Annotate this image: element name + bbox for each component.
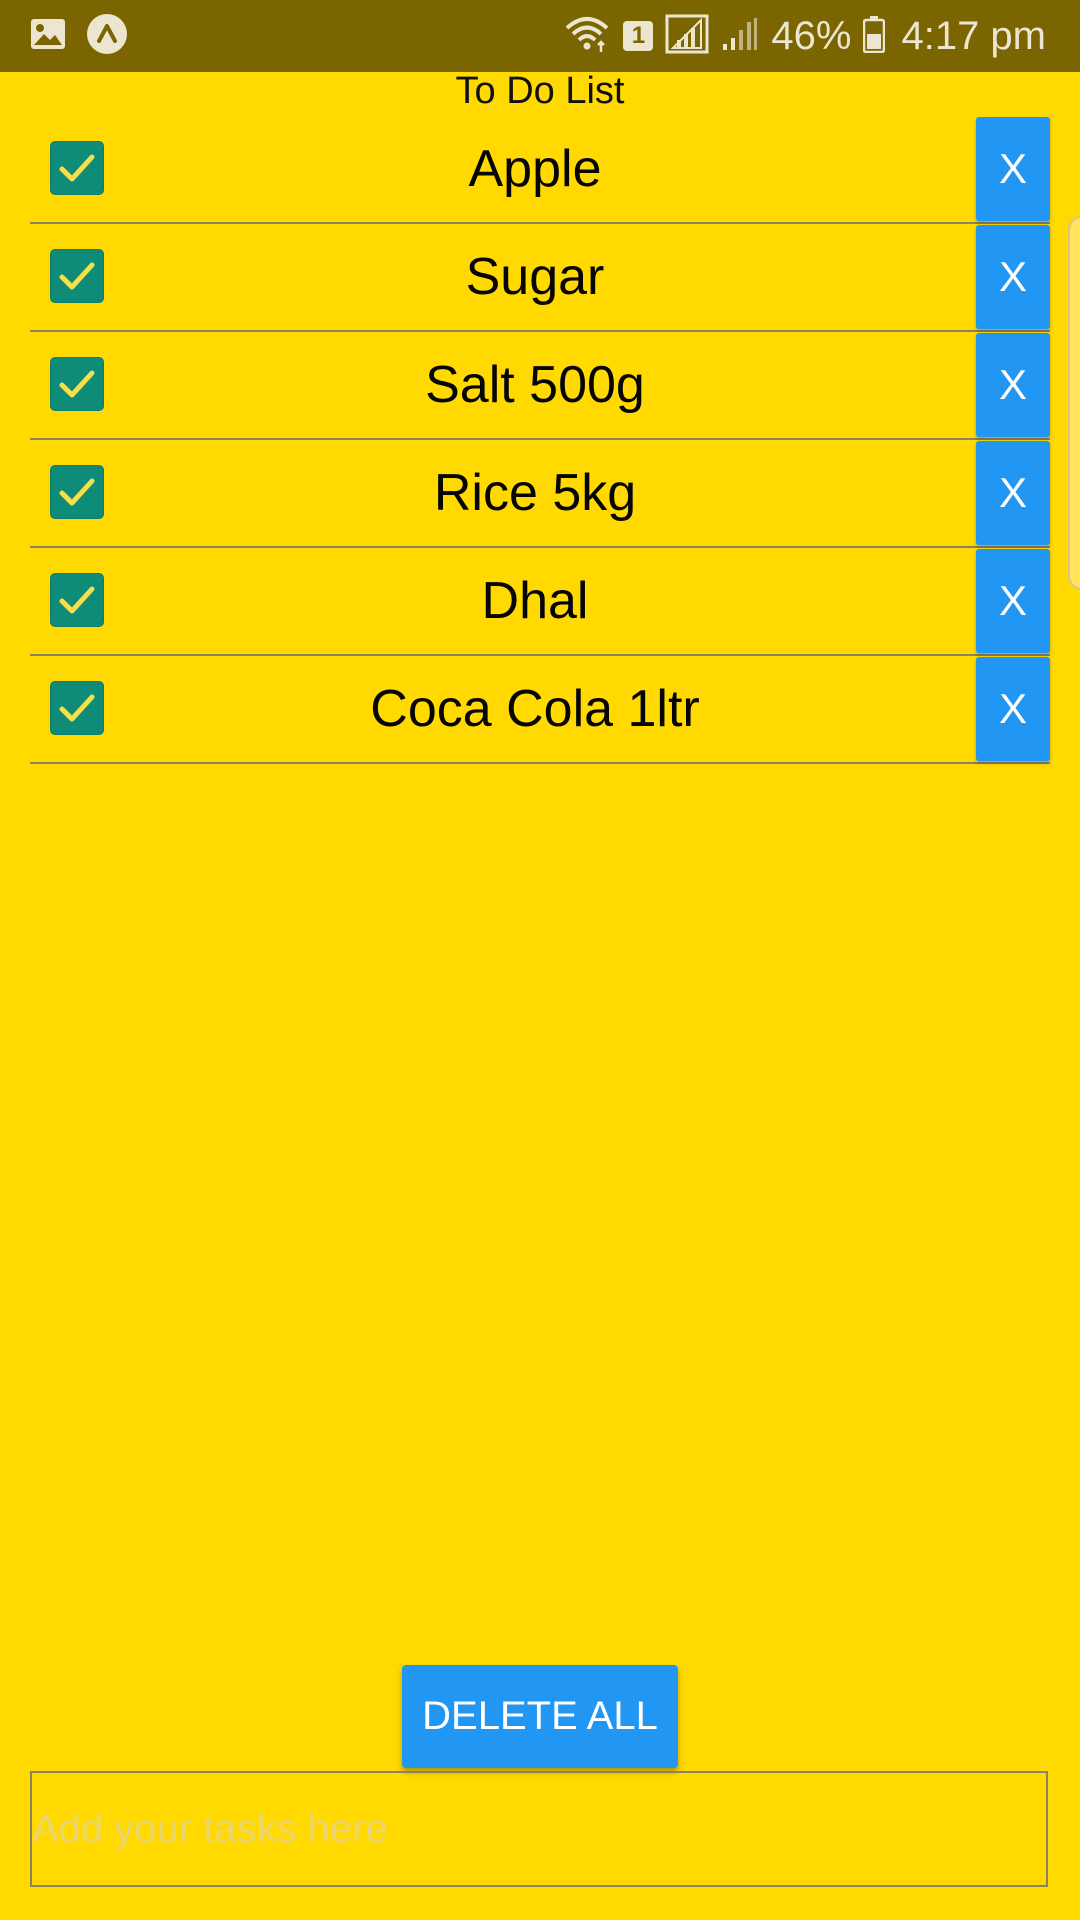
task-list: Apple X Sugar X Salt 500g X Rice 5kg X D… — [30, 116, 1050, 764]
status-bar: 1 46% 4:17 pm — [0, 0, 1080, 72]
checkmark-icon — [59, 694, 95, 722]
list-item: Rice 5kg X — [30, 440, 1050, 548]
remove-task-button[interactable]: X — [976, 549, 1050, 653]
sim-icon: 1 — [623, 21, 654, 51]
task-checkbox[interactable] — [50, 357, 104, 411]
checkmark-icon — [59, 154, 95, 182]
task-label: Coca Cola 1ltr — [370, 680, 700, 738]
task-checkbox[interactable] — [50, 249, 104, 303]
screen: 1 46% 4:17 pm To Do List Apple X Sugar X… — [0, 0, 1080, 1920]
task-label: Rice 5kg — [433, 464, 637, 522]
remove-task-button[interactable]: X — [976, 441, 1050, 545]
list-item: Sugar X — [30, 224, 1050, 332]
page-title: To Do List — [455, 70, 625, 112]
task-input[interactable] — [30, 1771, 1048, 1887]
task-checkbox[interactable] — [50, 141, 104, 195]
remove-task-button[interactable]: X — [976, 117, 1050, 221]
status-notifications — [30, 13, 128, 60]
list-item: Apple X — [30, 116, 1050, 224]
task-label: Sugar — [465, 248, 605, 306]
checkmark-icon — [59, 262, 95, 290]
list-item: Salt 500g X — [30, 332, 1050, 440]
clock: 4:17 pm — [901, 14, 1046, 58]
task-checkbox[interactable] — [50, 681, 104, 735]
battery-percent: 46% — [771, 14, 852, 58]
remove-task-button[interactable]: X — [976, 333, 1050, 437]
list-item: Coca Cola 1ltr X — [30, 656, 1050, 764]
checkmark-icon — [59, 586, 95, 614]
status-system: 1 46% 4:17 pm — [563, 10, 1046, 62]
signal-icon — [721, 16, 759, 57]
task-checkbox[interactable] — [50, 573, 104, 627]
checkmark-icon — [59, 478, 95, 506]
wifi-icon — [563, 14, 611, 59]
task-label: Dhal — [481, 572, 589, 630]
task-label: Salt 500g — [425, 356, 645, 414]
remove-task-button[interactable]: X — [976, 657, 1050, 761]
task-checkbox[interactable] — [50, 465, 104, 519]
list-item: Dhal X — [30, 548, 1050, 656]
delete-all-button[interactable]: DELETE ALL — [402, 1665, 678, 1768]
battery-icon — [863, 15, 886, 58]
remove-task-button[interactable]: X — [976, 225, 1050, 329]
gallery-icon — [30, 18, 66, 55]
signal-icon — [665, 14, 709, 59]
checkmark-icon — [59, 370, 95, 398]
task-label: Apple — [468, 140, 602, 198]
scroll-edge-handle[interactable] — [1068, 216, 1080, 590]
app-icon — [86, 13, 128, 60]
